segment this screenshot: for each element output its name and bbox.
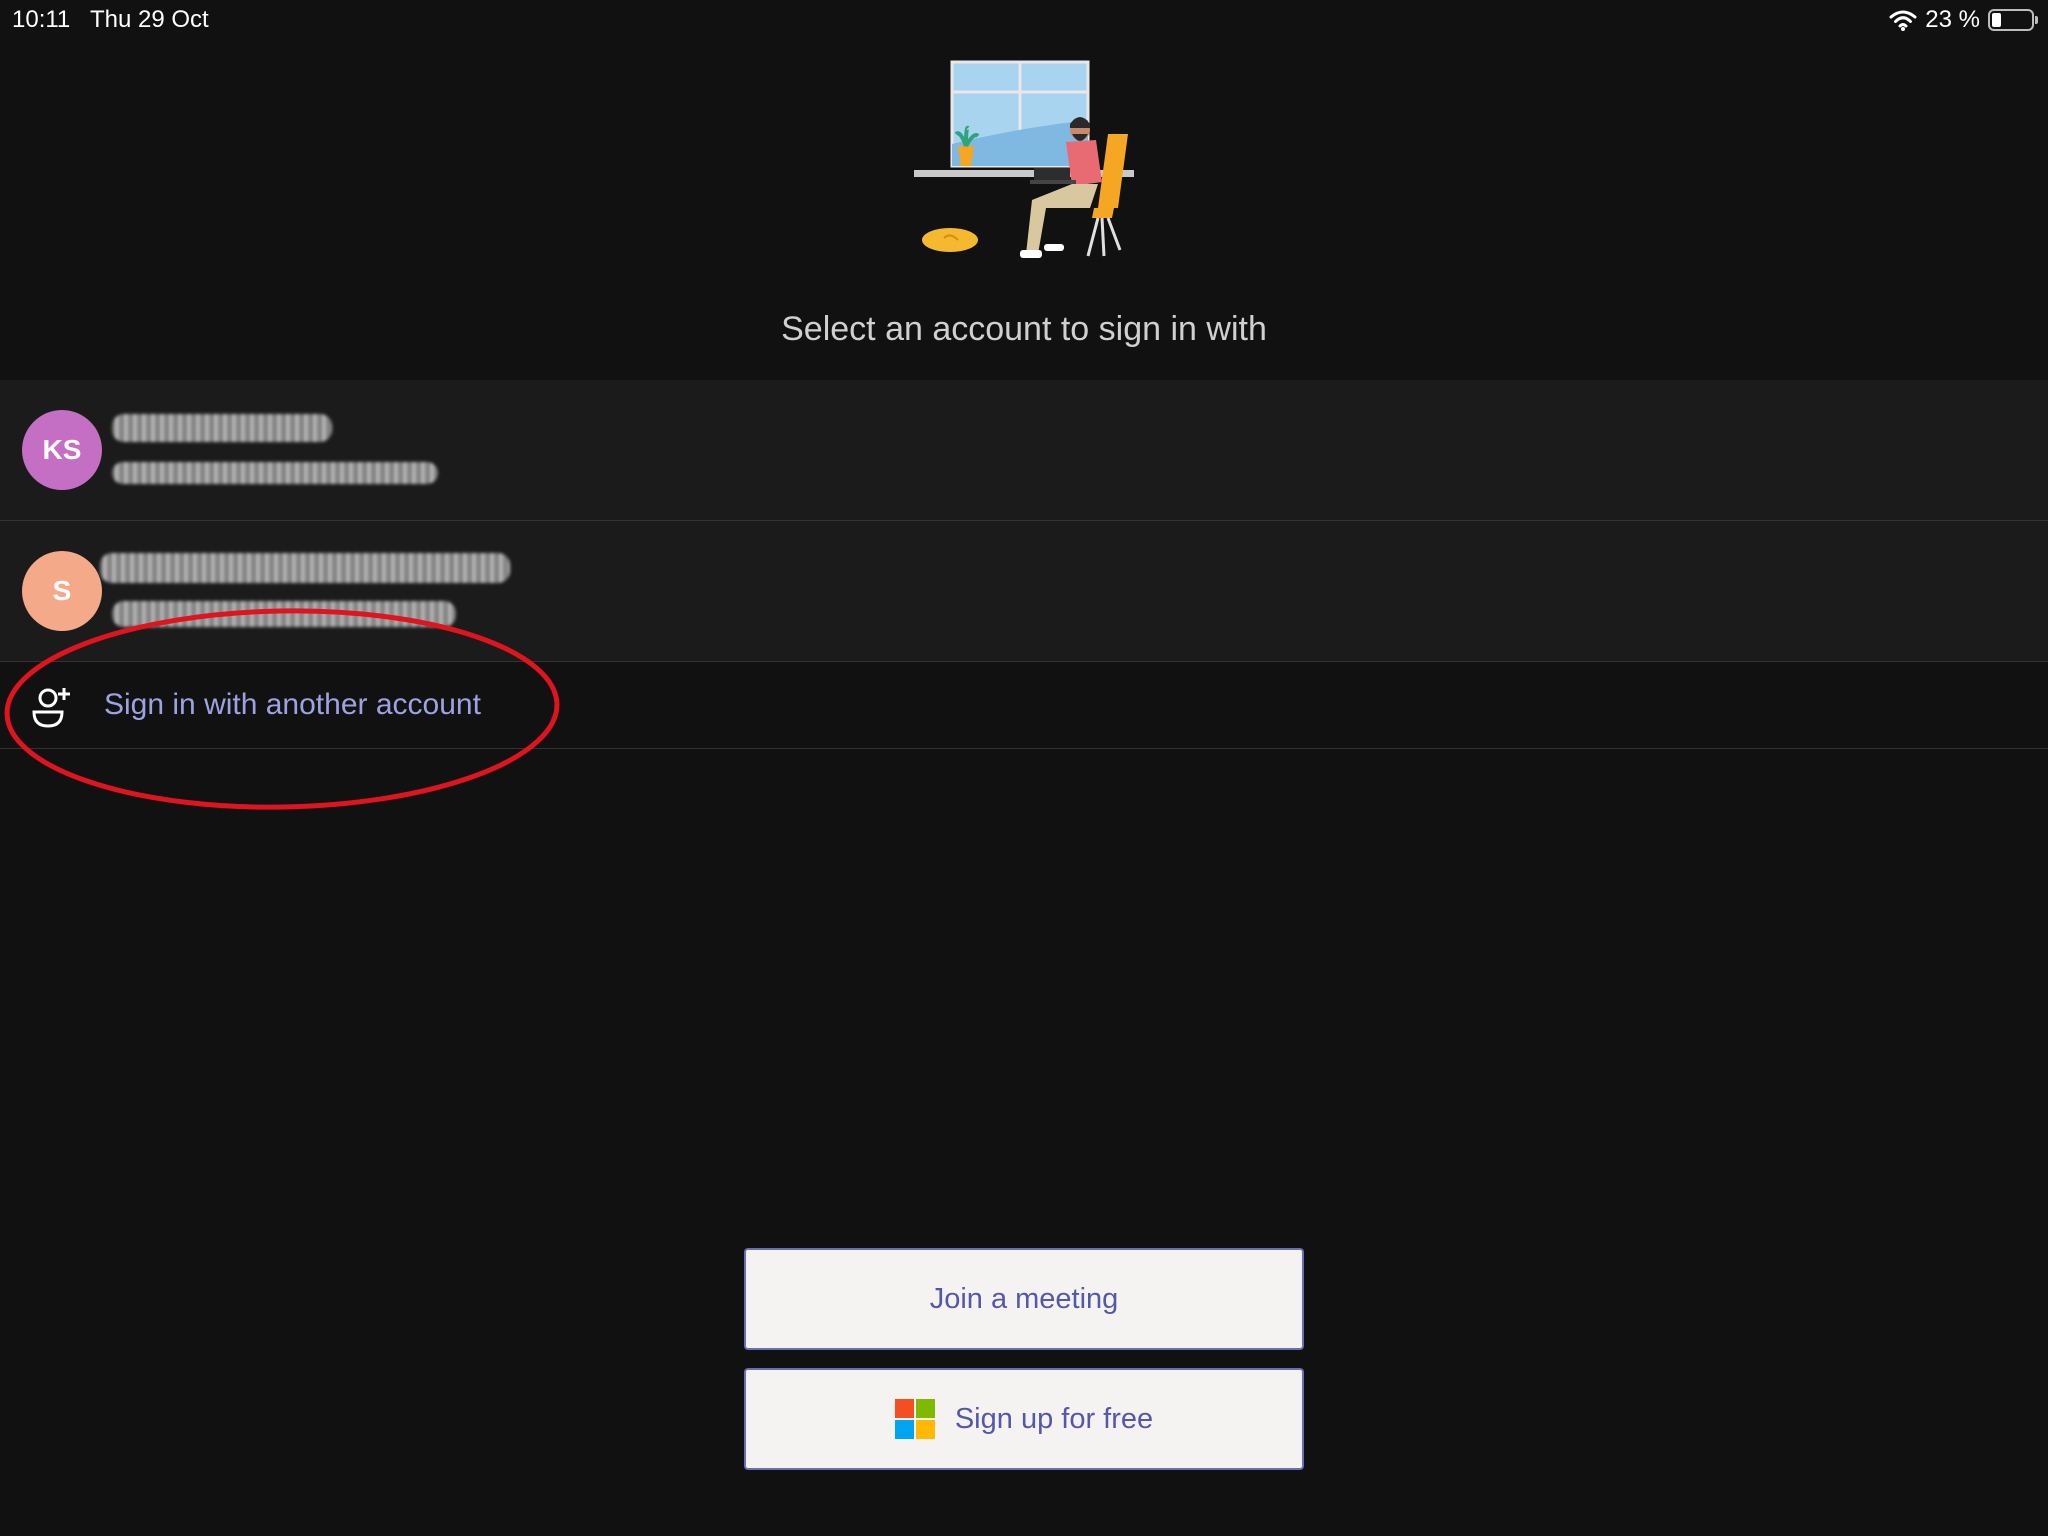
account-name-redacted	[100, 553, 510, 583]
ms-logo-square-red	[894, 1399, 914, 1418]
avatar: KS	[22, 410, 102, 490]
sign-in-another-account[interactable]: Sign in with another account	[0, 662, 2048, 749]
status-time: 10:11	[12, 6, 71, 33]
ms-logo-square-yellow	[915, 1420, 935, 1439]
person-add-icon	[32, 688, 70, 728]
microsoft-logo-icon	[894, 1399, 935, 1439]
sign-up-button[interactable]: Sign up for free	[744, 1368, 1304, 1470]
battery-level	[1992, 13, 2001, 27]
account-name-redacted	[112, 414, 332, 442]
battery-percent: 23 %	[1925, 6, 1980, 33]
battery-icon	[1988, 9, 2038, 31]
account-row[interactable]: KS	[0, 380, 2048, 521]
status-right: 23 %	[1889, 6, 2038, 34]
status-bar: 10:11 Thu 29 Oct 23 %	[0, 0, 2048, 40]
ms-logo-square-green	[915, 1399, 935, 1418]
account-email-redacted	[112, 601, 456, 627]
wifi-icon	[1889, 10, 1917, 31]
avatar-initials: S	[52, 575, 72, 606]
person-at-window-illustration	[914, 60, 1134, 258]
join-meeting-button[interactable]: Join a meeting	[744, 1248, 1304, 1350]
page-title: Select an account to sign in with	[781, 310, 1267, 348]
account-email-redacted	[112, 462, 438, 484]
status-date: Thu 29 Oct	[90, 6, 209, 33]
sign-up-label: Sign up for free	[954, 1402, 1154, 1435]
sign-in-another-account-label: Sign in with another account	[104, 688, 481, 721]
avatar: S	[22, 551, 102, 631]
avatar-initials: KS	[42, 434, 82, 465]
join-meeting-label: Join a meeting	[929, 1282, 1119, 1315]
account-row[interactable]: S	[0, 521, 2048, 662]
ms-logo-square-blue	[894, 1420, 914, 1439]
